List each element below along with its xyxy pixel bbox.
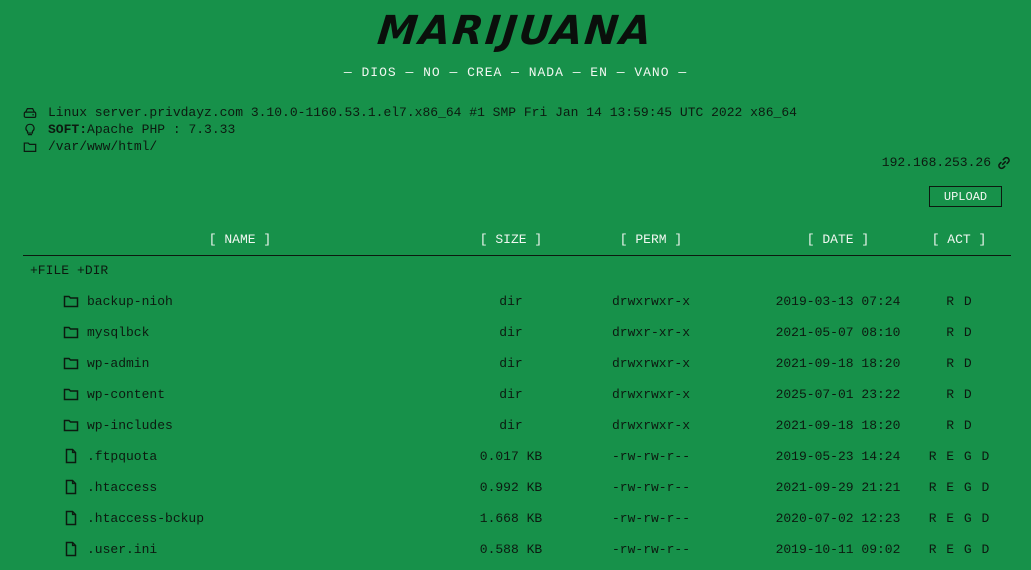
table-row: wp-includes dir drwxrwxr-x 2021-09-18 18:20… — [23, 410, 1011, 441]
table-row: .htaccess 0.992 KB -rw-rw-r-- 2021-09-29 21… — [23, 472, 1011, 503]
row-actions[interactable]: R D — [899, 418, 1019, 433]
uname-text: Linux server.privdayz.com 3.10.0-1160.53… — [48, 105, 797, 120]
soft-value: Apache PHP : 7.3.33 — [87, 122, 236, 137]
table-row: .htaccess-bckup 1.668 KB -rw-rw-r-- 2020-07… — [23, 503, 1011, 534]
row-name-link[interactable]: wp-includes — [87, 418, 173, 433]
row-name-link[interactable]: .user.ini — [87, 542, 157, 557]
row-actions[interactable]: R E G D — [899, 449, 1019, 464]
table-row: wp-admin dir drwxrwxr-x 2021-09-18 18:20 R D — [23, 348, 1011, 379]
current-path-link[interactable]: /var/www/html/ — [48, 138, 157, 155]
row-perm[interactable]: -rw-rw-r-- — [568, 480, 734, 495]
table-header: [ NAME ] [ SIZE ] [ PERM ] [ DATE ] [ AC… — [23, 232, 1011, 254]
table-row: wp-content dir drwxrwxr-x 2025-07-01 23:22 R… — [23, 379, 1011, 410]
lightbulb-icon — [23, 123, 37, 137]
soft-label: SOFT — [48, 122, 80, 137]
row-perm[interactable]: -rw-rw-r-- — [568, 511, 734, 526]
row-name-link[interactable]: backup-nioh — [87, 294, 173, 309]
upload-button[interactable]: UPLOAD — [929, 186, 1002, 207]
path-row: /var/www/html/ — [23, 138, 797, 155]
row-actions[interactable]: R D — [899, 387, 1019, 402]
row-perm[interactable]: -rw-rw-r-- — [568, 449, 734, 464]
system-info: Linux server.privdayz.com 3.10.0-1160.53… — [23, 104, 797, 155]
header-perm[interactable]: [ PERM ] — [568, 232, 734, 247]
table-row: .user.ini 0.588 KB -rw-rw-r-- 2019-10-11 09… — [23, 534, 1011, 565]
row-name-link[interactable]: .ftpquota — [87, 449, 157, 464]
soft-separator: : — [79, 122, 88, 137]
row-perm[interactable]: drwxrwxr-x — [568, 356, 734, 371]
link-icon[interactable] — [997, 156, 1011, 170]
brand-logo: MARIJUANA — [375, 8, 656, 54]
new-file-button[interactable]: +FILE — [30, 263, 69, 278]
file-icon — [63, 448, 79, 464]
row-actions[interactable]: R E G D — [899, 511, 1019, 526]
row-actions[interactable]: R D — [899, 356, 1019, 371]
row-actions[interactable]: R E G D — [899, 542, 1019, 557]
table-row: .ftpquota 0.017 KB -rw-rw-r-- 2019-05-23 14… — [23, 441, 1011, 472]
folder-icon — [63, 417, 79, 433]
folder-icon — [63, 355, 79, 371]
soft-row: SOFT : Apache PHP : 7.3.33 — [23, 121, 797, 138]
header-act[interactable]: [ ACT ] — [899, 232, 1019, 247]
hdd-icon — [23, 106, 37, 120]
row-perm[interactable]: drwxrwxr-x — [568, 418, 734, 433]
header-divider — [23, 255, 1011, 256]
row-name-link[interactable]: wp-content — [87, 387, 165, 402]
file-manager-page: MARIJUANA — DIOS — NO — CREA — NADA — EN… — [0, 0, 1031, 570]
table-row: mysqlbck dir drwxr-xr-x 2021-05-07 08:10 R D — [23, 317, 1011, 348]
header-name[interactable]: [ NAME ] — [23, 232, 457, 247]
row-name-link[interactable]: .htaccess-bckup — [87, 511, 204, 526]
folder-icon — [23, 140, 37, 154]
file-list: backup-nioh dir drwxrwxr-x 2019-03-13 07:24… — [23, 286, 1011, 565]
server-ip: 192.168.253.26 — [882, 155, 1011, 170]
file-icon — [63, 479, 79, 495]
row-perm[interactable]: -rw-rw-r-- — [568, 542, 734, 557]
table-row: backup-nioh dir drwxrwxr-x 2019-03-13 07:24… — [23, 286, 1011, 317]
motto: — DIOS — NO — CREA — NADA — EN — VANO — — [343, 65, 688, 80]
row-perm[interactable]: drwxrwxr-x — [568, 294, 734, 309]
file-icon — [63, 541, 79, 557]
create-bar: +FILE +DIR — [30, 263, 108, 278]
row-perm[interactable]: drwxrwxr-x — [568, 387, 734, 402]
row-actions[interactable]: R D — [899, 325, 1019, 340]
row-actions[interactable]: R D — [899, 294, 1019, 309]
new-dir-button[interactable]: +DIR — [77, 263, 108, 278]
folder-icon — [63, 293, 79, 309]
folder-icon — [63, 324, 79, 340]
row-actions[interactable]: R E G D — [899, 480, 1019, 495]
uname-row: Linux server.privdayz.com 3.10.0-1160.53… — [23, 104, 797, 121]
row-name-link[interactable]: mysqlbck — [87, 325, 149, 340]
row-perm[interactable]: drwxr-xr-x — [568, 325, 734, 340]
folder-icon — [63, 386, 79, 402]
ip-text: 192.168.253.26 — [881, 155, 991, 170]
file-icon — [63, 510, 79, 526]
row-name-link[interactable]: .htaccess — [87, 480, 157, 495]
row-name-link[interactable]: wp-admin — [87, 356, 149, 371]
